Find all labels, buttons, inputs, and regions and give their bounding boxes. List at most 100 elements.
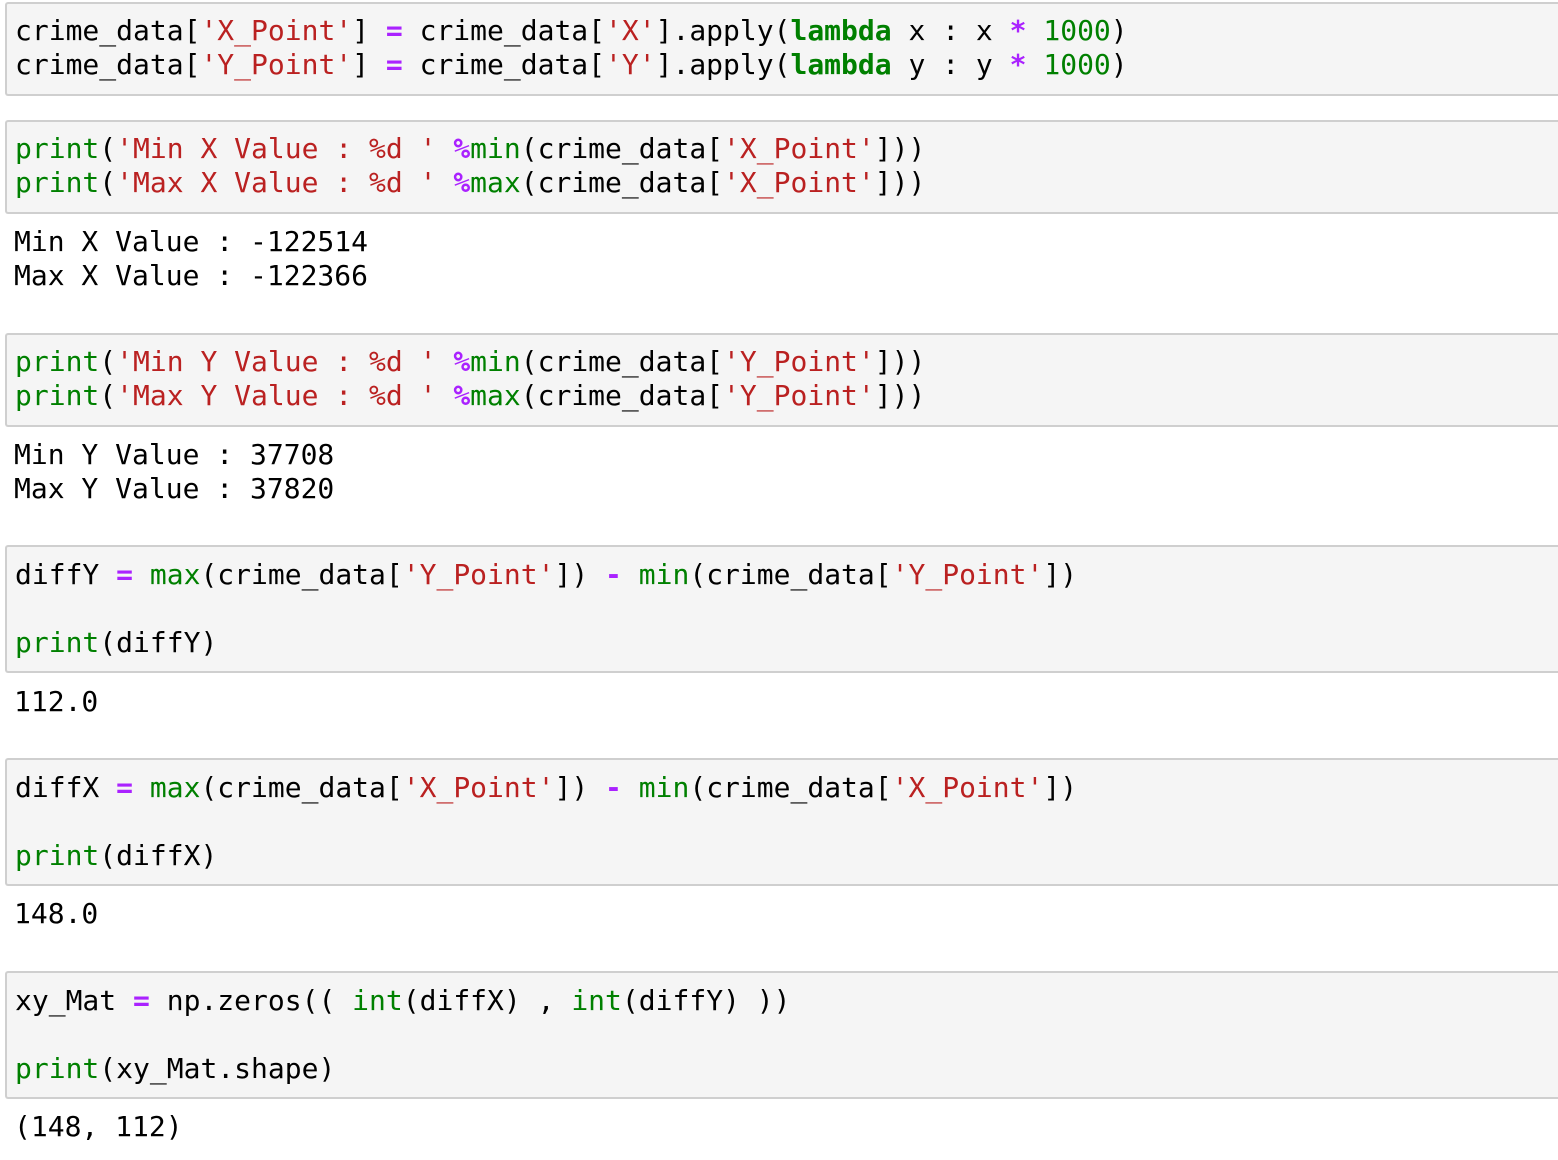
code-text: (crime_data[ xyxy=(520,345,724,378)
code-text: (crime_data[ xyxy=(689,558,892,591)
string-literal: 'Y' xyxy=(605,48,656,81)
code-text: ]) xyxy=(554,771,606,804)
builtin-function: min xyxy=(638,771,690,804)
code-line: print('Min X Value : %d ' %min(crime_dat… xyxy=(15,132,925,166)
number-literal: 1000 xyxy=(1043,48,1111,81)
number-literal: 1000 xyxy=(1043,14,1111,47)
code-text: ( xyxy=(99,166,117,199)
code-text: xy_Mat xyxy=(15,984,134,1017)
builtin-function: print xyxy=(15,839,100,872)
code-text: ])) xyxy=(874,132,926,165)
code-text: (diffY) xyxy=(99,626,218,659)
code-text: (crime_data[ xyxy=(520,166,724,199)
cell-output-line: Min Y Value : 37708 xyxy=(14,438,335,471)
builtin-function: int xyxy=(571,984,622,1017)
string-literal: 'Y_Point' xyxy=(200,48,353,81)
code-cell-4[interactable]: diffY = max(crime_data['Y_Point']) - min… xyxy=(5,545,1558,673)
operator: = xyxy=(116,771,134,804)
keyword: lambda xyxy=(790,14,892,47)
builtin-function: print xyxy=(15,166,100,199)
operator: * xyxy=(1009,48,1027,81)
code-text: crime_data[ xyxy=(15,14,201,47)
code-cell-6[interactable]: xy_Mat = np.zeros(( int(diffX) , int(dif… xyxy=(5,971,1558,1099)
code-cell-1[interactable]: crime_data['X_Point'] = crime_data['X'].… xyxy=(5,2,1558,96)
code-text: (diffY) )) xyxy=(621,984,791,1017)
operator: * xyxy=(1009,14,1027,47)
cell-output-line: (148, 112) xyxy=(14,1110,183,1143)
string-literal: 'Max X Value : %d ' xyxy=(116,166,437,199)
string-literal: 'X' xyxy=(605,14,656,47)
string-literal: 'Max Y Value : %d ' xyxy=(116,379,437,412)
code-cell-3[interactable]: print('Min Y Value : %d ' %min(crime_dat… xyxy=(5,333,1558,427)
code-cell-2[interactable]: print('Min X Value : %d ' %min(crime_dat… xyxy=(5,120,1558,214)
cell-output-line: 148.0 xyxy=(14,897,99,930)
code-line: xy_Mat = np.zeros(( int(diffX) , int(dif… xyxy=(15,984,790,1018)
code-line: diffX = max(crime_data['X_Point']) - min… xyxy=(15,771,1077,805)
code-text: ])) xyxy=(874,345,926,378)
operator: = xyxy=(116,558,134,591)
string-literal: 'Y_Point' xyxy=(402,558,555,591)
string-literal: 'X_Point' xyxy=(402,771,555,804)
code-text: np.zeros(( xyxy=(149,984,353,1017)
string-literal: 'Min Y Value : %d ' xyxy=(116,345,437,378)
cell-output-line: 112.0 xyxy=(14,685,99,718)
builtin-function: print xyxy=(15,345,100,378)
code-text: ) xyxy=(1110,14,1128,47)
operator: % xyxy=(453,166,471,199)
code-text: (crime_data[ xyxy=(520,132,724,165)
cell-output-line: Max X Value : -122366 xyxy=(14,259,369,292)
builtin-function: min xyxy=(638,558,690,591)
code-text: ( xyxy=(99,345,117,378)
code-text: ].apply( xyxy=(655,14,791,47)
code-text: y : y xyxy=(891,48,1010,81)
code-text: ])) xyxy=(874,166,926,199)
builtin-function: max xyxy=(470,379,521,412)
code-line: print(xy_Mat.shape) xyxy=(15,1052,335,1086)
string-literal: 'Y_Point' xyxy=(891,558,1044,591)
code-line: print('Max Y Value : %d ' %max(crime_dat… xyxy=(15,379,925,413)
code-text: crime_data[ xyxy=(402,14,606,47)
string-literal: 'X_Point' xyxy=(200,14,353,47)
code-cell-5[interactable]: diffX = max(crime_data['X_Point']) - min… xyxy=(5,758,1558,886)
string-literal: 'X_Point' xyxy=(723,166,875,199)
string-literal: 'Min X Value : %d ' xyxy=(116,132,437,165)
code-text: ) xyxy=(1110,48,1128,81)
code-text: (xy_Mat.shape) xyxy=(99,1052,336,1085)
string-literal: 'Y_Point' xyxy=(723,379,875,412)
builtin-function: print xyxy=(15,1052,100,1085)
code-line: print(diffY) xyxy=(15,626,217,660)
code-line: crime_data['Y_Point'] = crime_data['Y'].… xyxy=(15,48,1128,82)
operator: = xyxy=(133,984,150,1017)
code-text: ]) xyxy=(1043,558,1078,591)
code-line: print('Max X Value : %d ' %max(crime_dat… xyxy=(15,166,925,200)
builtin-function: min xyxy=(470,132,521,165)
code-line: print('Min Y Value : %d ' %min(crime_dat… xyxy=(15,345,925,379)
code-text: (crime_data[ xyxy=(200,558,403,591)
string-literal: 'Y_Point' xyxy=(723,345,875,378)
code-text: ] xyxy=(352,48,386,81)
operator: - xyxy=(605,558,622,591)
code-line: print(diffX) xyxy=(15,839,217,873)
code-line: diffY = max(crime_data['Y_Point']) - min… xyxy=(15,558,1077,592)
builtin-function: print xyxy=(15,626,100,659)
code-text: (diffX) xyxy=(99,839,218,872)
builtin-function: int xyxy=(352,984,403,1017)
code-text: ]) xyxy=(554,558,606,591)
operator: - xyxy=(605,771,622,804)
code-text: ])) xyxy=(874,379,926,412)
code-text: (diffX) , xyxy=(402,984,572,1017)
code-text: (crime_data[ xyxy=(689,771,892,804)
code-text: ]) xyxy=(1043,771,1078,804)
code-text: x : x xyxy=(891,14,1010,47)
code-line: crime_data['X_Point'] = crime_data['X'].… xyxy=(15,14,1128,48)
builtin-function: print xyxy=(15,132,100,165)
string-literal: 'X_Point' xyxy=(891,771,1044,804)
